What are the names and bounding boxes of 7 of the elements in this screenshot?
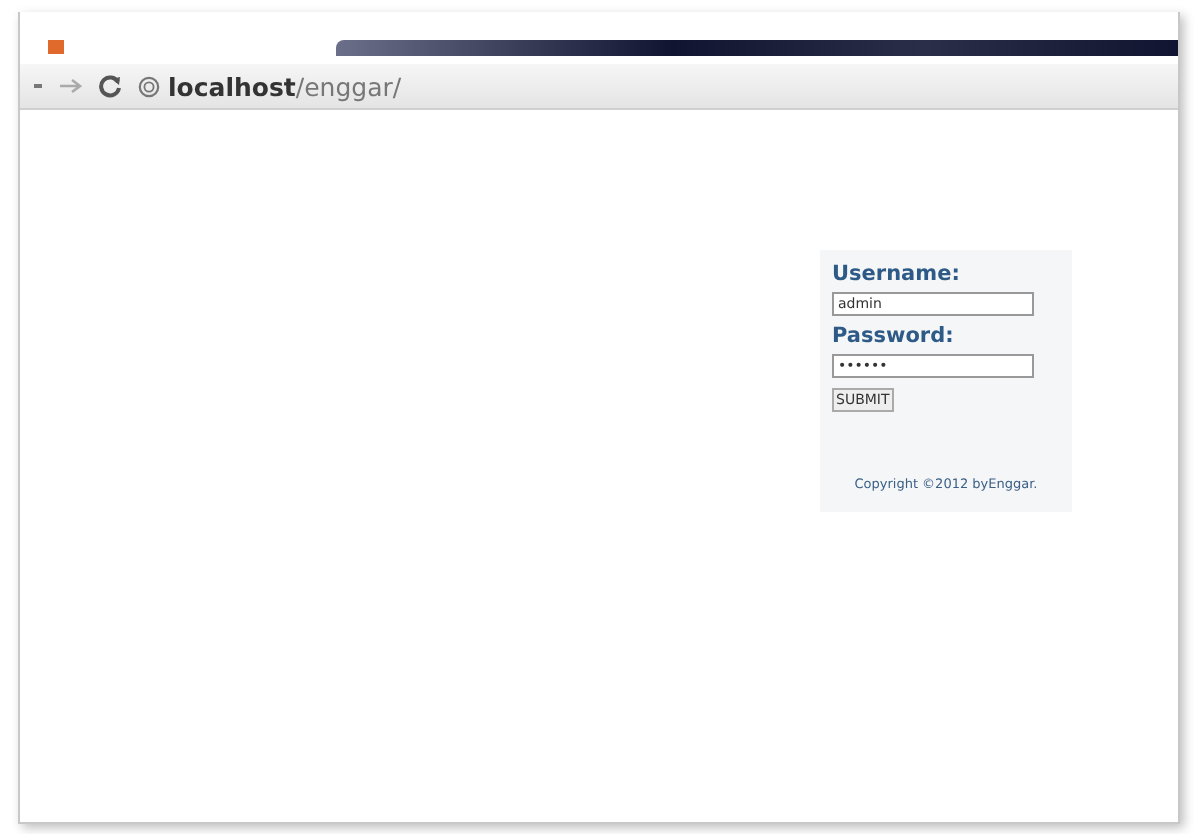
forward-icon[interactable] <box>60 78 82 94</box>
password-label: Password: <box>832 324 956 348</box>
favicon-icon <box>48 39 64 53</box>
address-bar[interactable]: localhost/enggar/ <box>168 71 402 101</box>
page-icon <box>138 75 160 97</box>
reload-icon[interactable] <box>98 74 122 98</box>
username-label: Username: <box>832 262 962 286</box>
